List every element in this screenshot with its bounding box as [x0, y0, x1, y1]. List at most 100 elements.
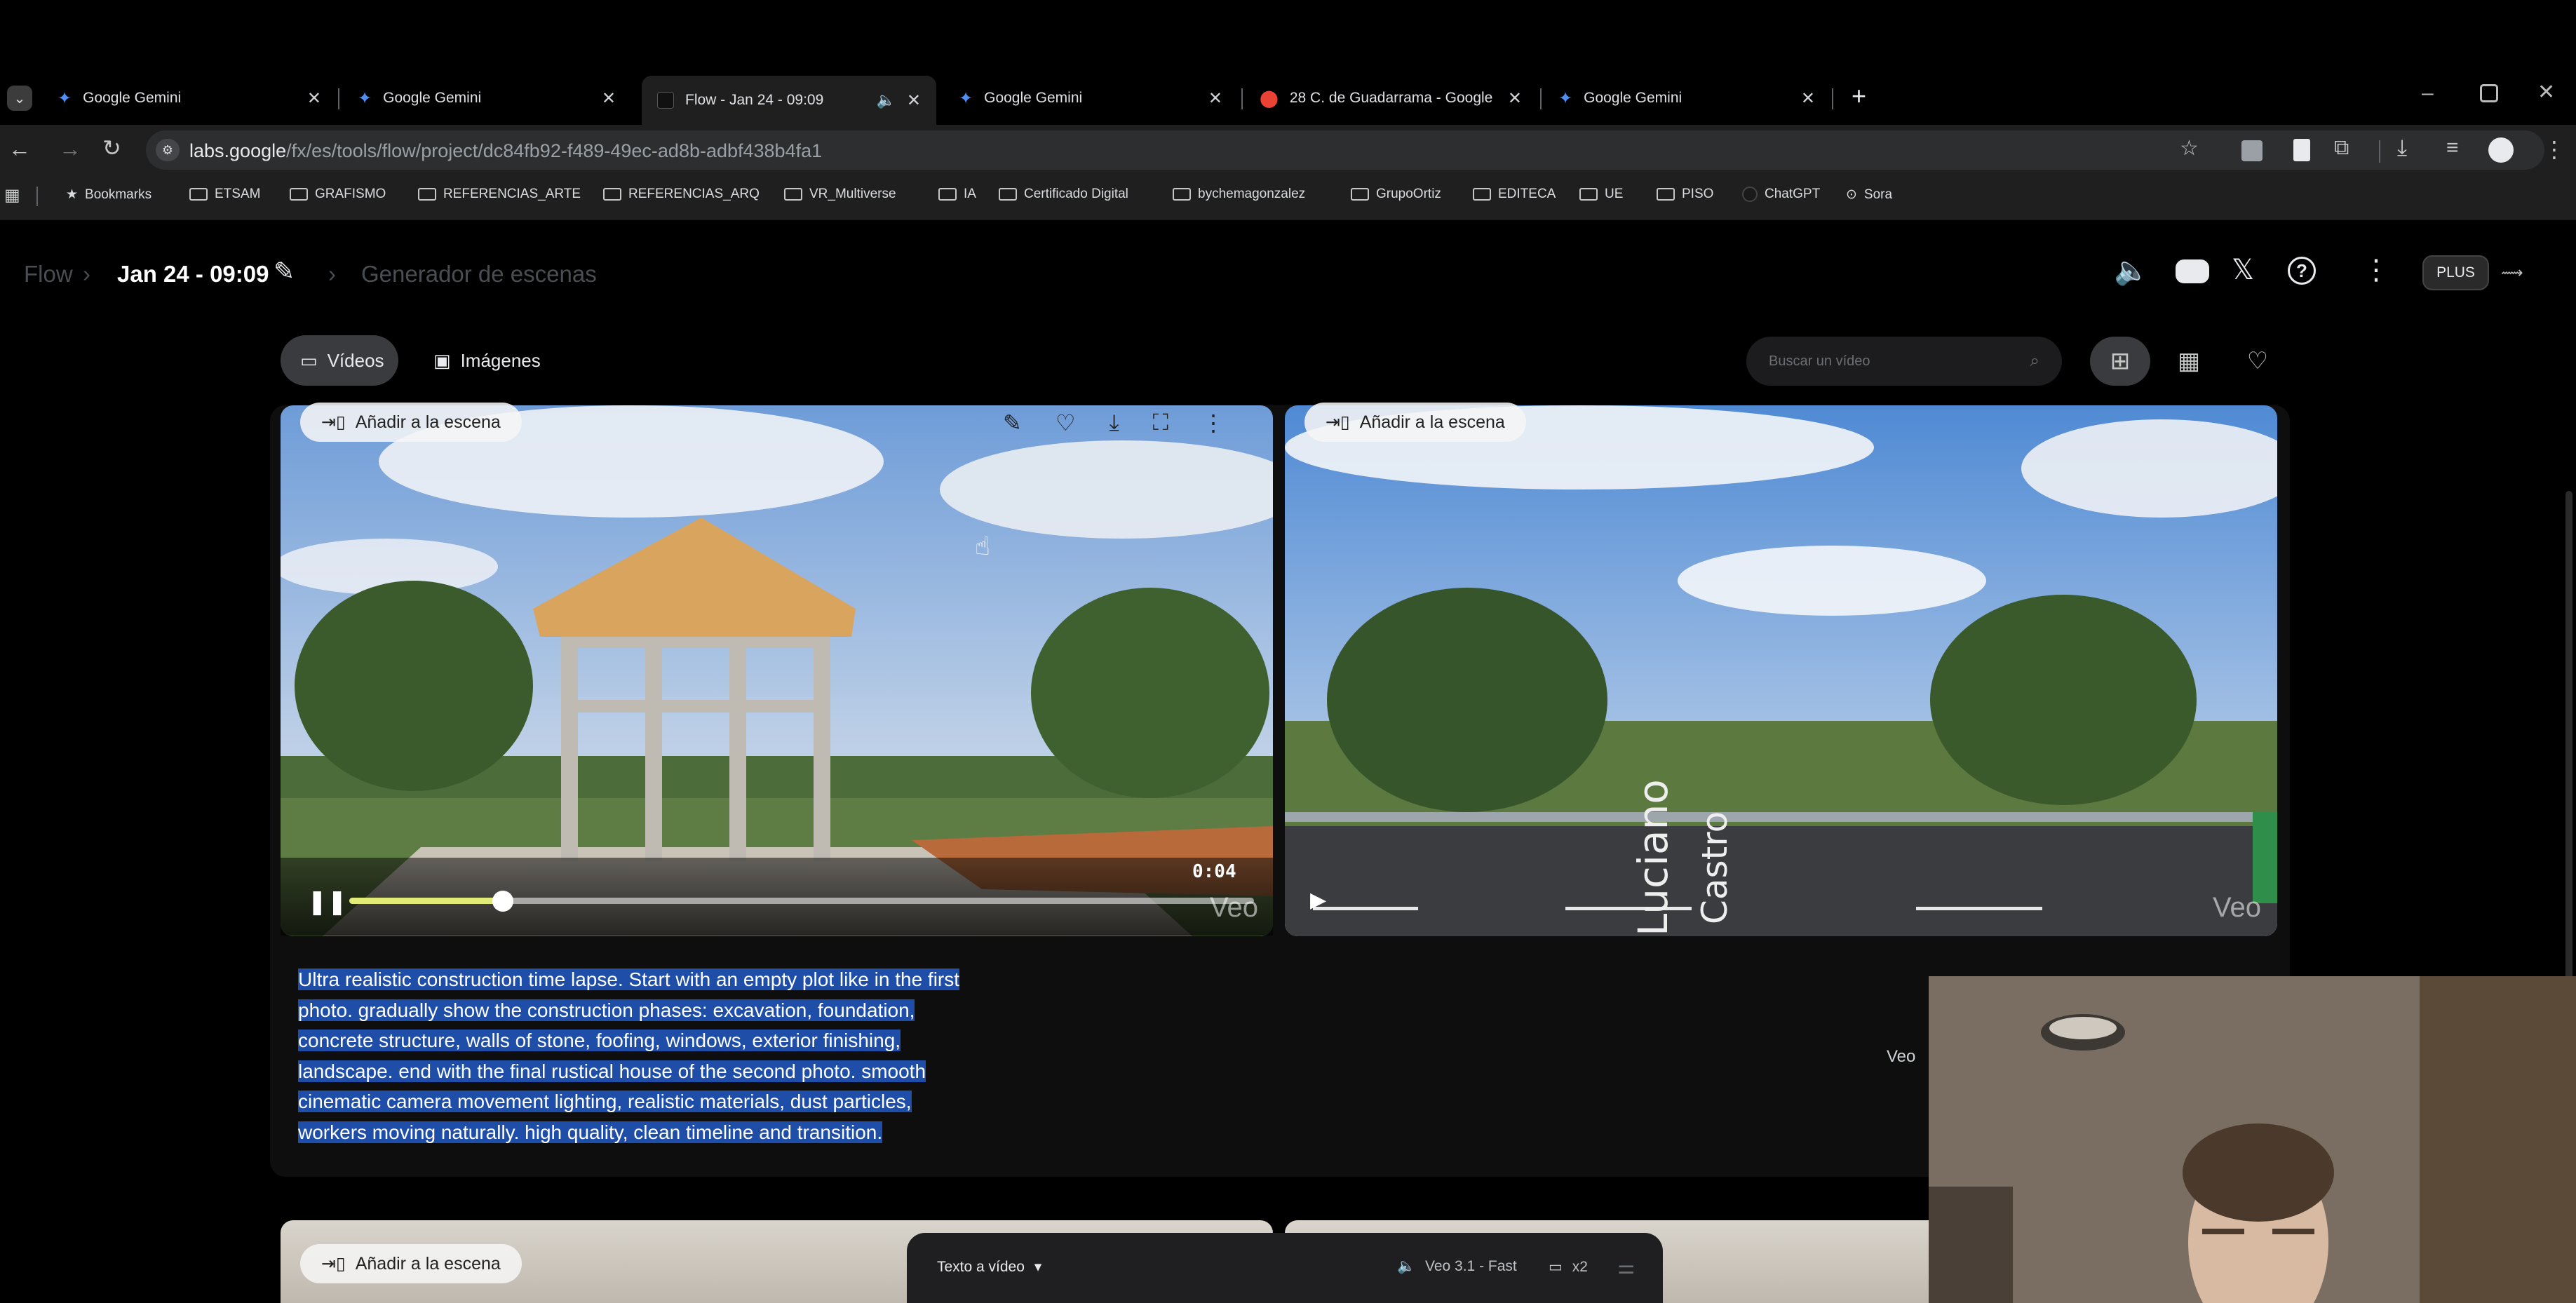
- prompt-line: cinematic camera movement lighting, real…: [298, 1091, 912, 1112]
- close-icon[interactable]: ✕: [1508, 88, 1522, 109]
- bookmark-folder[interactable]: REFERENCIAS_ARTE: [418, 187, 581, 202]
- fullscreen-icon[interactable]: ⛶: [1153, 410, 1168, 436]
- plan-badge[interactable]: PLUS: [2422, 255, 2489, 290]
- search-input[interactable]: Buscar un vídeo ⌕: [1746, 337, 2062, 386]
- new-tab-button[interactable]: +: [1852, 81, 1866, 111]
- download-icon[interactable]: ⤓: [2397, 135, 2407, 161]
- model-selector[interactable]: 🔈 Veo 3.1 - Fast: [1397, 1258, 1517, 1275]
- bookmark-folder[interactable]: GrupoOrtiz: [1351, 187, 1441, 202]
- edit-pencil-icon[interactable]: ✎: [274, 257, 295, 286]
- restore-icon[interactable]: [2480, 84, 2498, 102]
- favorite-icon[interactable]: ♡: [1056, 410, 1076, 436]
- folder-icon: [1657, 188, 1675, 201]
- scene-title[interactable]: Generador de escenas: [361, 261, 597, 288]
- bookmark-item[interactable]: ChatGPT: [1742, 187, 1820, 202]
- mouse-cursor-icon: ☝: [975, 532, 990, 560]
- bookmark-item[interactable]: ★ Bookmarks: [66, 187, 151, 203]
- tab-search-button[interactable]: ⌄: [7, 86, 32, 111]
- search-icon: ⌕: [2030, 351, 2039, 370]
- tab-separator: [338, 88, 339, 109]
- back-icon[interactable]: ←: [8, 136, 31, 162]
- extensions-puzzle-icon[interactable]: ⧉: [2334, 136, 2349, 160]
- bookmark-folder[interactable]: bychemagonzalez: [1173, 187, 1305, 202]
- site-info-icon[interactable]: ⚙: [156, 139, 180, 161]
- reload-icon[interactable]: ↻: [102, 135, 121, 161]
- webcam-overlay: [1929, 976, 2576, 1303]
- close-icon[interactable]: ✕: [1208, 88, 1222, 109]
- bookmark-folder[interactable]: Certificado Digital: [999, 187, 1128, 202]
- discord-icon[interactable]: [2176, 259, 2209, 283]
- folder-icon: [999, 188, 1017, 201]
- bookmark-folder[interactable]: PISO: [1657, 187, 1713, 202]
- edit-icon[interactable]: ✎: [1003, 410, 1022, 436]
- account-menu-icon[interactable]: ⟿: [2501, 264, 2523, 282]
- tab-gemini-3[interactable]: ✦ Google Gemini ✕: [943, 79, 1238, 118]
- tab-gemini-4[interactable]: ✦ Google Gemini ✕: [1543, 79, 1830, 118]
- add-to-scene-button[interactable]: ⇥▯ Añadir a la escena: [1304, 403, 1526, 442]
- audio-playing-icon[interactable]: 🔈: [876, 91, 895, 109]
- grid-small-view-button[interactable]: ▦: [2159, 337, 2219, 386]
- mode-dropdown[interactable]: Texto a vídeo ▾: [937, 1258, 1041, 1276]
- tab-title: Google Gemini: [383, 90, 482, 106]
- download-icon[interactable]: ⤓: [1110, 410, 1119, 436]
- volume-icon: 🔈: [1397, 1258, 1416, 1274]
- video-card-plot[interactable]: Luciano Castro: [1285, 405, 2277, 936]
- extension-icon[interactable]: [2241, 140, 2263, 161]
- reading-list-icon[interactable]: ≡: [2446, 136, 2459, 160]
- tab-videos[interactable]: ▭ Vídeos: [281, 335, 398, 386]
- prompt-text[interactable]: Ultra realistic construction time lapse.…: [298, 964, 1020, 1147]
- settings-sliders-icon[interactable]: ⚌: [1617, 1255, 1635, 1278]
- close-icon[interactable]: ✕: [1801, 88, 1815, 109]
- project-title[interactable]: Jan 24 - 09:09: [117, 261, 269, 288]
- prompt-line: landscape. end with the final rustical h…: [298, 1060, 926, 1082]
- plot-video-frame: Luciano Castro: [1285, 405, 2277, 936]
- bookmark-folder[interactable]: VR_Multiverse: [784, 187, 896, 202]
- help-icon[interactable]: ?: [2288, 257, 2316, 285]
- more-vertical-icon[interactable]: ⋮: [1202, 410, 1225, 436]
- pause-icon[interactable]: ❚❚: [307, 888, 347, 916]
- breadcrumb-root[interactable]: Flow: [24, 261, 73, 288]
- grid-icon: ⊞: [2110, 348, 2131, 374]
- bookmark-item[interactable]: ⊙ Sora: [1846, 187, 1892, 203]
- profile-avatar[interactable]: [2488, 137, 2514, 163]
- bookmark-folder[interactable]: ETSAM: [189, 187, 260, 202]
- grid-large-view-button[interactable]: ⊞: [2090, 337, 2150, 386]
- bookmark-folder[interactable]: UE: [1579, 187, 1623, 202]
- close-icon[interactable]: ✕: [307, 88, 321, 109]
- forward-icon[interactable]: →: [59, 136, 81, 162]
- output-count[interactable]: ▭ x2: [1549, 1258, 1588, 1276]
- tab-gemini-2[interactable]: ✦ Google Gemini ✕: [342, 79, 631, 118]
- volume-icon[interactable]: 🔈: [2114, 254, 2149, 287]
- more-vertical-icon[interactable]: ⋮: [2362, 254, 2390, 286]
- bookmark-folder[interactable]: IA: [938, 187, 976, 202]
- webcam-feed: [1929, 976, 2576, 1303]
- x-logo-icon[interactable]: 𝕏: [2232, 254, 2254, 286]
- url-text[interactable]: labs.google/fx/es/tools/flow/project/dc8…: [189, 140, 822, 162]
- apps-grid-icon[interactable]: ▦: [4, 185, 20, 205]
- bookmark-folder[interactable]: REFERENCIAS_ARQ: [603, 187, 760, 202]
- close-window-icon[interactable]: ✕: [2537, 80, 2555, 104]
- bookmark-star-icon[interactable]: ☆: [2180, 136, 2199, 161]
- bookmark-folder[interactable]: GRAFISMO: [290, 187, 386, 202]
- tab-flow[interactable]: Flow - Jan 24 - 09:09 🔈 ✕: [642, 76, 936, 125]
- tab-maps[interactable]: ⬤ 28 C. de Guadarrama - Google ✕: [1244, 79, 1537, 118]
- bookmark-folder[interactable]: EDITECA: [1473, 187, 1556, 202]
- browser-menu-icon[interactable]: ⋮: [2543, 136, 2565, 163]
- tab-gemini-1[interactable]: ✦ Google Gemini ✕: [42, 79, 337, 118]
- favorites-button[interactable]: ♡: [2227, 337, 2288, 386]
- minimize-icon[interactable]: –: [2422, 81, 2434, 105]
- close-icon[interactable]: ✕: [907, 90, 921, 111]
- tab-separator: [1241, 88, 1243, 109]
- image-icon: ▣: [433, 349, 451, 371]
- play-icon[interactable]: ▶: [1310, 888, 1326, 912]
- add-to-scene-button[interactable]: ⇥▯ Añadir a la escena: [300, 403, 522, 442]
- folder-icon: [189, 188, 208, 201]
- aspect-ratio-icon: ▭: [1549, 1259, 1563, 1275]
- tab-images[interactable]: ▣ Imágenes: [414, 335, 561, 386]
- close-icon[interactable]: ✕: [602, 88, 616, 109]
- folder-icon: [784, 188, 802, 201]
- video-card-construction[interactable]: [281, 405, 1273, 936]
- tab-title: 28 C. de Guadarrama - Google: [1289, 90, 1493, 106]
- document-icon[interactable]: [2293, 139, 2310, 161]
- add-to-scene-button[interactable]: ⇥▯ Añadir a la escena: [300, 1244, 522, 1283]
